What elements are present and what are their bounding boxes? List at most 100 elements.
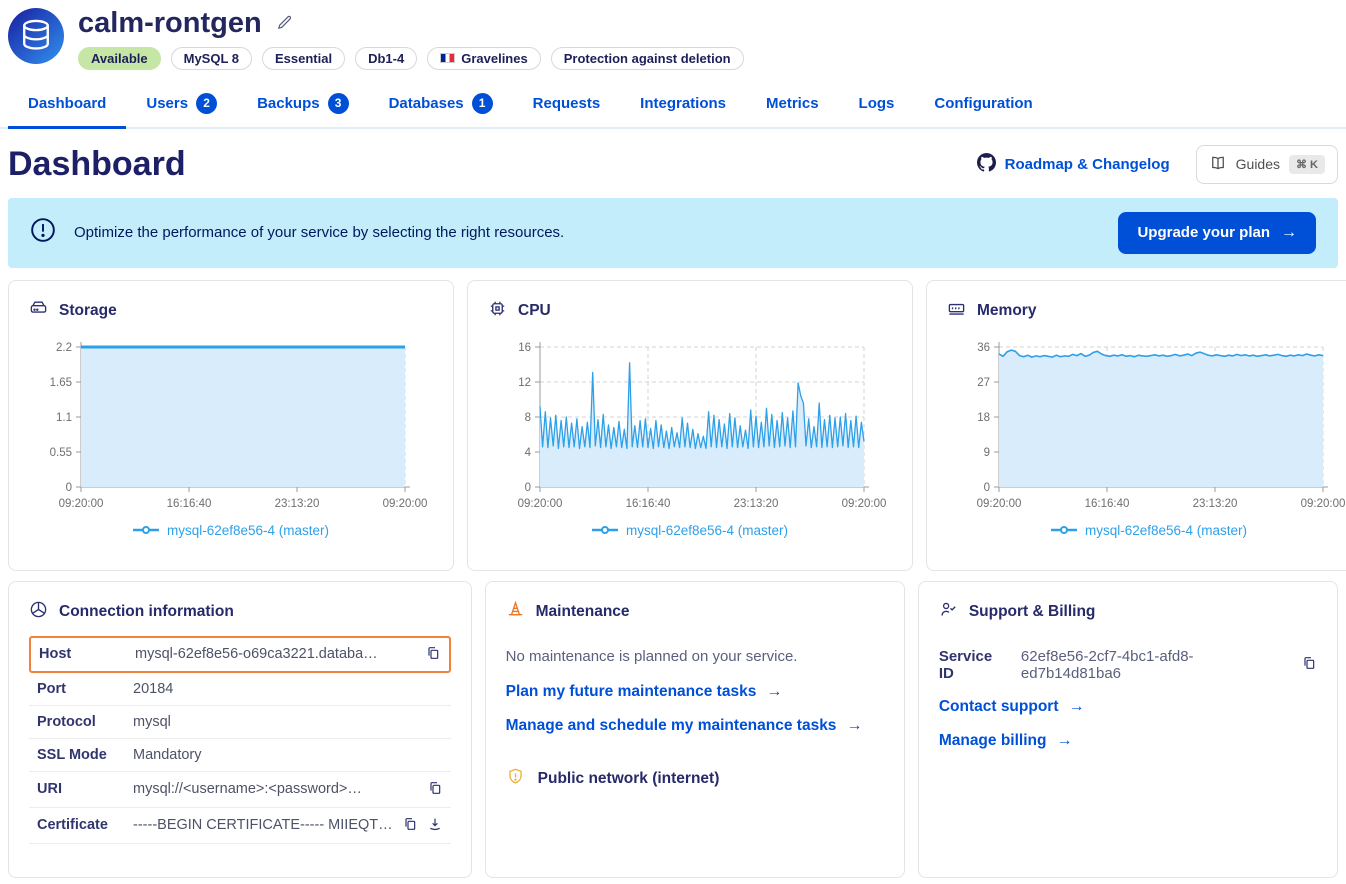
memory-card-title: Memory — [977, 302, 1036, 320]
network-access-label: Public network (internet) — [538, 770, 720, 788]
legend-marker-icon — [1051, 523, 1077, 538]
ssl-mode-value: Mandatory — [133, 747, 443, 763]
tab-requests[interactable]: Requests — [513, 82, 621, 127]
engine-badge: MySQL 8 — [171, 47, 252, 70]
svg-text:4: 4 — [525, 447, 532, 459]
plan-maintenance-link[interactable]: Plan my future maintenance tasks → — [506, 683, 884, 701]
ram-icon — [947, 299, 966, 323]
svg-text:0: 0 — [66, 482, 72, 494]
service-id-value: 62ef8e56-2cf7-4bc1-afd8-ed7b14d81ba6 — [1021, 648, 1292, 682]
badge-row: Available MySQL 8 Essential Db1-4 Gravel… — [78, 47, 744, 70]
storage-card-title: Storage — [59, 302, 117, 320]
storage-chart: 00.551.11.652.209:20:0016:16:4023:13:200… — [29, 337, 433, 515]
service-title: calm-rontgen — [78, 8, 262, 40]
copy-certificate-button[interactable] — [402, 816, 418, 835]
tab-logs[interactable]: Logs — [839, 82, 915, 127]
memory-legend[interactable]: mysql-62ef8e56-4 (master) — [947, 523, 1346, 538]
tab-dashboard[interactable]: Dashboard — [8, 82, 126, 127]
legend-marker-icon — [133, 523, 159, 538]
tab-backups[interactable]: Backups3 — [237, 82, 369, 127]
region-badge-label: Gravelines — [461, 51, 528, 66]
tab-label: Users — [146, 95, 188, 112]
svg-text:8: 8 — [525, 412, 531, 424]
tab-label: Integrations — [640, 95, 726, 112]
support-billing-card: Support & Billing Service ID 62ef8e56-2c… — [918, 581, 1338, 878]
svg-text:16:16:40: 16:16:40 — [167, 498, 212, 510]
svg-text:09:20:00: 09:20:00 — [518, 498, 563, 510]
manage-maintenance-label: Manage and schedule my maintenance tasks — [506, 717, 837, 735]
svg-text:16: 16 — [518, 342, 531, 354]
ssl-mode-row: SSL Mode Mandatory — [29, 739, 451, 772]
contact-support-link[interactable]: Contact support → — [939, 698, 1317, 716]
france-flag-icon — [440, 53, 455, 63]
page-header: Dashboard Roadmap & Changelog Guides ⌘ K — [8, 145, 1338, 184]
book-icon — [1209, 154, 1227, 175]
copy-icon — [402, 816, 418, 835]
manage-billing-link[interactable]: Manage billing → — [939, 732, 1317, 750]
svg-text:09:20:00: 09:20:00 — [1301, 498, 1346, 510]
svg-text:09:20:00: 09:20:00 — [383, 498, 428, 510]
manage-maintenance-link[interactable]: Manage and schedule my maintenance tasks… — [506, 717, 884, 735]
tab-databases[interactable]: Databases 1 — [369, 82, 513, 127]
download-icon — [427, 816, 443, 835]
svg-text:18: 18 — [977, 412, 990, 424]
upgrade-banner: Optimize the performance of your service… — [8, 198, 1338, 268]
contact-support-label: Contact support — [939, 698, 1059, 716]
tab-configuration[interactable]: Configuration — [914, 82, 1052, 127]
roadmap-changelog-link[interactable]: Roadmap & Changelog — [977, 153, 1170, 176]
legend-label: mysql-62ef8e56-4 (master) — [626, 523, 788, 538]
storage-legend[interactable]: mysql-62ef8e56-4 (master) — [29, 523, 433, 538]
host-label: Host — [39, 646, 135, 662]
maintenance-card: Maintenance No maintenance is planned on… — [485, 581, 905, 878]
svg-text:09:20:00: 09:20:00 — [842, 498, 887, 510]
service-header: calm-rontgen Available MySQL 8 Essential… — [0, 0, 1346, 70]
tab-backups-count: 3 — [328, 93, 349, 114]
protocol-value: mysql — [133, 714, 443, 730]
tab-users[interactable]: Users 2 — [126, 82, 237, 127]
copy-service-id-button[interactable] — [1301, 655, 1317, 674]
legend-label: mysql-62ef8e56-4 (master) — [1085, 523, 1247, 538]
svg-text:9: 9 — [984, 447, 990, 459]
connection-info-card: Connection information Host mysql-62ef8e… — [8, 581, 472, 878]
keyboard-shortcut-badge: ⌘ K — [1289, 155, 1325, 174]
deletion-protection-badge: Protection against deletion — [551, 47, 744, 70]
download-certificate-button[interactable] — [427, 816, 443, 835]
copy-host-button[interactable] — [425, 645, 441, 664]
user-check-icon — [939, 600, 958, 624]
manage-billing-label: Manage billing — [939, 732, 1047, 750]
arrow-right-icon: → — [1056, 732, 1072, 750]
svg-text:27: 27 — [977, 377, 990, 389]
edit-name-button[interactable] — [274, 12, 295, 36]
svg-text:23:13:20: 23:13:20 — [275, 498, 320, 510]
guides-button[interactable]: Guides ⌘ K — [1196, 145, 1338, 184]
arrow-right-icon: → — [766, 683, 782, 701]
tab-databases-count: 1 — [472, 93, 493, 114]
arrow-right-icon: → — [1281, 224, 1297, 242]
upgrade-plan-button[interactable]: Upgrade your plan → — [1118, 212, 1316, 254]
legend-label: mysql-62ef8e56-4 (master) — [167, 523, 329, 538]
connection-table: Host mysql-62ef8e56-o69ca3221.databa… Po… — [29, 636, 451, 844]
copy-icon — [425, 645, 441, 664]
tab-users-count: 2 — [196, 93, 217, 114]
plan-maintenance-label: Plan my future maintenance tasks — [506, 683, 757, 701]
port-label: Port — [37, 681, 133, 697]
uri-row: URI mysql://<username>:<password>… — [29, 772, 451, 808]
tab-metrics[interactable]: Metrics — [746, 82, 839, 127]
maintenance-status-text: No maintenance is planned on your servic… — [506, 648, 884, 665]
svg-text:23:13:20: 23:13:20 — [734, 498, 779, 510]
svg-text:09:20:00: 09:20:00 — [977, 498, 1022, 510]
cpu-legend[interactable]: mysql-62ef8e56-4 (master) — [488, 523, 892, 538]
host-value: mysql-62ef8e56-o69ca3221.databa… — [135, 646, 416, 662]
banner-message: Optimize the performance of your service… — [74, 224, 564, 241]
tab-integrations[interactable]: Integrations — [620, 82, 746, 127]
cpu-chip-icon — [488, 299, 507, 323]
tab-label: Logs — [859, 95, 895, 112]
svg-text:0: 0 — [984, 482, 990, 494]
copy-uri-button[interactable] — [427, 780, 443, 799]
github-icon — [977, 153, 996, 176]
metrics-row: Storage 00.551.11.652.209:20:0016:16:402… — [8, 280, 1338, 571]
ssl-mode-label: SSL Mode — [37, 747, 133, 763]
tab-label: Databases — [389, 95, 464, 112]
database-logo-icon — [8, 8, 64, 64]
uri-value: mysql://<username>:<password>… — [133, 781, 418, 797]
